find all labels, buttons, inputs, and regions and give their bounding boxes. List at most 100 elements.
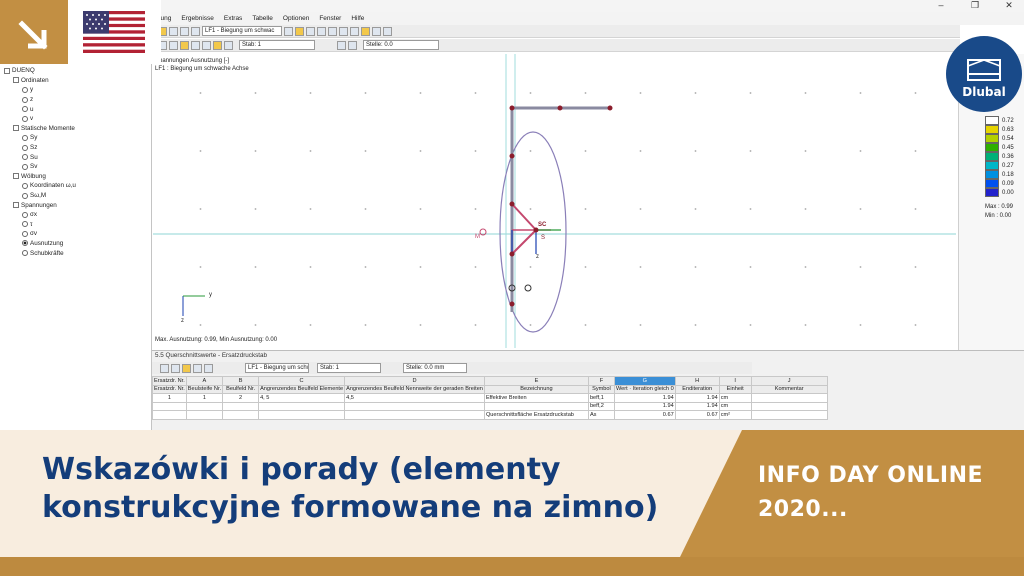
values-icon[interactable] [213, 40, 222, 50]
print-icon[interactable] [180, 26, 189, 36]
menu-item-results[interactable]: Ergebnisse [181, 15, 214, 22]
radio-icon[interactable] [22, 250, 28, 257]
table-location-select[interactable]: Stelle: 0.0 mm [403, 363, 467, 373]
table-cell[interactable]: 2 [222, 393, 260, 403]
copy-icon[interactable] [171, 363, 180, 373]
rotate-icon[interactable] [339, 26, 348, 36]
table-row[interactable]: Querschnittsfläche Ersatzdruckstab As 0.67… [152, 410, 828, 420]
filter-icon[interactable] [182, 363, 191, 373]
tree-item[interactable]: Koordinaten ω,u [0, 181, 151, 191]
tree-item[interactable]: Sy [0, 133, 151, 143]
table-cell[interactable]: 0.67 [674, 410, 720, 420]
table-cell[interactable]: beff,1 [587, 393, 615, 403]
table-cell[interactable] [185, 401, 224, 411]
zoom-icon[interactable] [328, 26, 337, 36]
table-cell[interactable] [483, 401, 589, 411]
load-case-select[interactable]: LF1 - Biegung um schwac [202, 26, 282, 36]
checkbox-icon[interactable] [4, 67, 10, 74]
us-flag-icon[interactable] [83, 11, 145, 53]
table-cell[interactable]: cm² [718, 410, 752, 420]
close-icon[interactable]: ✕ [1002, 0, 1016, 11]
pan-icon[interactable] [350, 26, 359, 36]
radio-icon[interactable] [22, 106, 28, 113]
tree-item[interactable]: Sω,M [0, 191, 151, 201]
menu-item-options[interactable]: Optionen [283, 15, 309, 22]
table-cell[interactable]: cm [718, 393, 752, 403]
radio-icon[interactable] [22, 154, 28, 161]
tree-item[interactable]: σv [0, 229, 151, 239]
checkbox-icon[interactable] [13, 125, 19, 132]
display-icon[interactable] [180, 40, 189, 50]
member-select[interactable]: Stab: 1 [239, 40, 315, 50]
table-cell[interactable]: 1.94 [674, 393, 720, 403]
table-cell[interactable] [750, 410, 828, 420]
radio-icon[interactable] [22, 163, 28, 170]
table-row[interactable]: beff,2 1.94 1.94 cm [152, 401, 828, 411]
tree-item[interactable]: Ordinaten [0, 76, 151, 86]
table-cell[interactable] [258, 401, 346, 411]
table-cell[interactable]: 1.94 [613, 401, 676, 411]
table-cell[interactable]: 4,5 [344, 393, 485, 403]
table-cell[interactable] [344, 401, 485, 411]
grid-icon[interactable] [191, 40, 200, 50]
table-cell[interactable]: Querschnittsfläche Ersatzdruckstab [483, 410, 589, 420]
tree-item[interactable]: y [0, 85, 151, 95]
table-cell[interactable] [258, 410, 346, 420]
undo-icon[interactable] [191, 26, 200, 36]
radio-icon[interactable] [22, 221, 28, 228]
table-cell[interactable] [222, 410, 260, 420]
table-cell[interactable]: beff,2 [587, 401, 615, 411]
menu-item-table[interactable]: Tabelle [252, 15, 273, 22]
tree-item[interactable]: σx [0, 210, 151, 220]
tree-item[interactable]: v [0, 114, 151, 124]
prev-member-icon[interactable] [337, 40, 346, 50]
measure-icon[interactable] [169, 40, 178, 50]
tree-item[interactable]: τ [0, 220, 151, 230]
menu-item-help[interactable]: Hilfe [351, 15, 364, 22]
view-icon[interactable] [306, 26, 315, 36]
radio-icon[interactable] [22, 230, 28, 237]
radio-icon[interactable] [22, 182, 28, 189]
table-cell[interactable]: As [587, 410, 615, 420]
table-cell[interactable] [152, 410, 187, 420]
table-cell[interactable] [152, 401, 187, 411]
table-cell[interactable]: 1.94 [674, 401, 720, 411]
table-cell[interactable]: 1 [185, 393, 224, 403]
radio-icon[interactable] [22, 240, 28, 247]
radio-icon[interactable] [22, 96, 28, 103]
table-cell[interactable]: 4, 5 [258, 393, 346, 403]
tree-item[interactable]: Sz [0, 143, 151, 153]
save-icon[interactable] [169, 26, 178, 36]
table-cell[interactable] [222, 401, 260, 411]
tree-item[interactable]: Schubkräfte [0, 248, 151, 258]
tree-item[interactable]: DUENQ [0, 66, 151, 76]
checkbox-icon[interactable] [13, 77, 19, 84]
filter-icon[interactable] [224, 40, 233, 50]
section-icon[interactable] [372, 26, 381, 36]
tree-item[interactable]: Wölbung [0, 172, 151, 182]
member-icon[interactable] [383, 26, 392, 36]
menu-item-window[interactable]: Fenster [319, 15, 341, 22]
export-icon[interactable] [160, 363, 169, 373]
columns-icon[interactable] [193, 363, 202, 373]
expand-arrow-icon[interactable] [0, 0, 68, 64]
table-cell[interactable] [750, 393, 828, 403]
tree-item[interactable]: Su [0, 152, 151, 162]
table-cell[interactable] [185, 410, 224, 420]
radio-icon[interactable] [22, 86, 28, 93]
menu-item-extras[interactable]: Extras [224, 15, 242, 22]
render-icon[interactable] [361, 26, 370, 36]
prev-icon[interactable] [284, 26, 293, 36]
tree-item[interactable]: u [0, 104, 151, 114]
radio-icon[interactable] [22, 211, 28, 218]
table-cell[interactable]: 1.94 [613, 393, 676, 403]
table-cell[interactable]: Effektive Breiten [483, 393, 589, 403]
table-load-case-select[interactable]: LF1 - Biegung um schw [245, 363, 309, 373]
results-icon[interactable] [295, 26, 304, 36]
print-table-icon[interactable] [204, 363, 213, 373]
table-row[interactable]: 1 1 2 4, 5 4,5 Effektive Breiten beff,1 1.94 1.9… [152, 393, 828, 403]
tree-item[interactable]: Statische Momente [0, 124, 151, 134]
table-cell[interactable] [750, 401, 828, 411]
radio-icon[interactable] [22, 115, 28, 122]
table-icon[interactable] [317, 26, 326, 36]
